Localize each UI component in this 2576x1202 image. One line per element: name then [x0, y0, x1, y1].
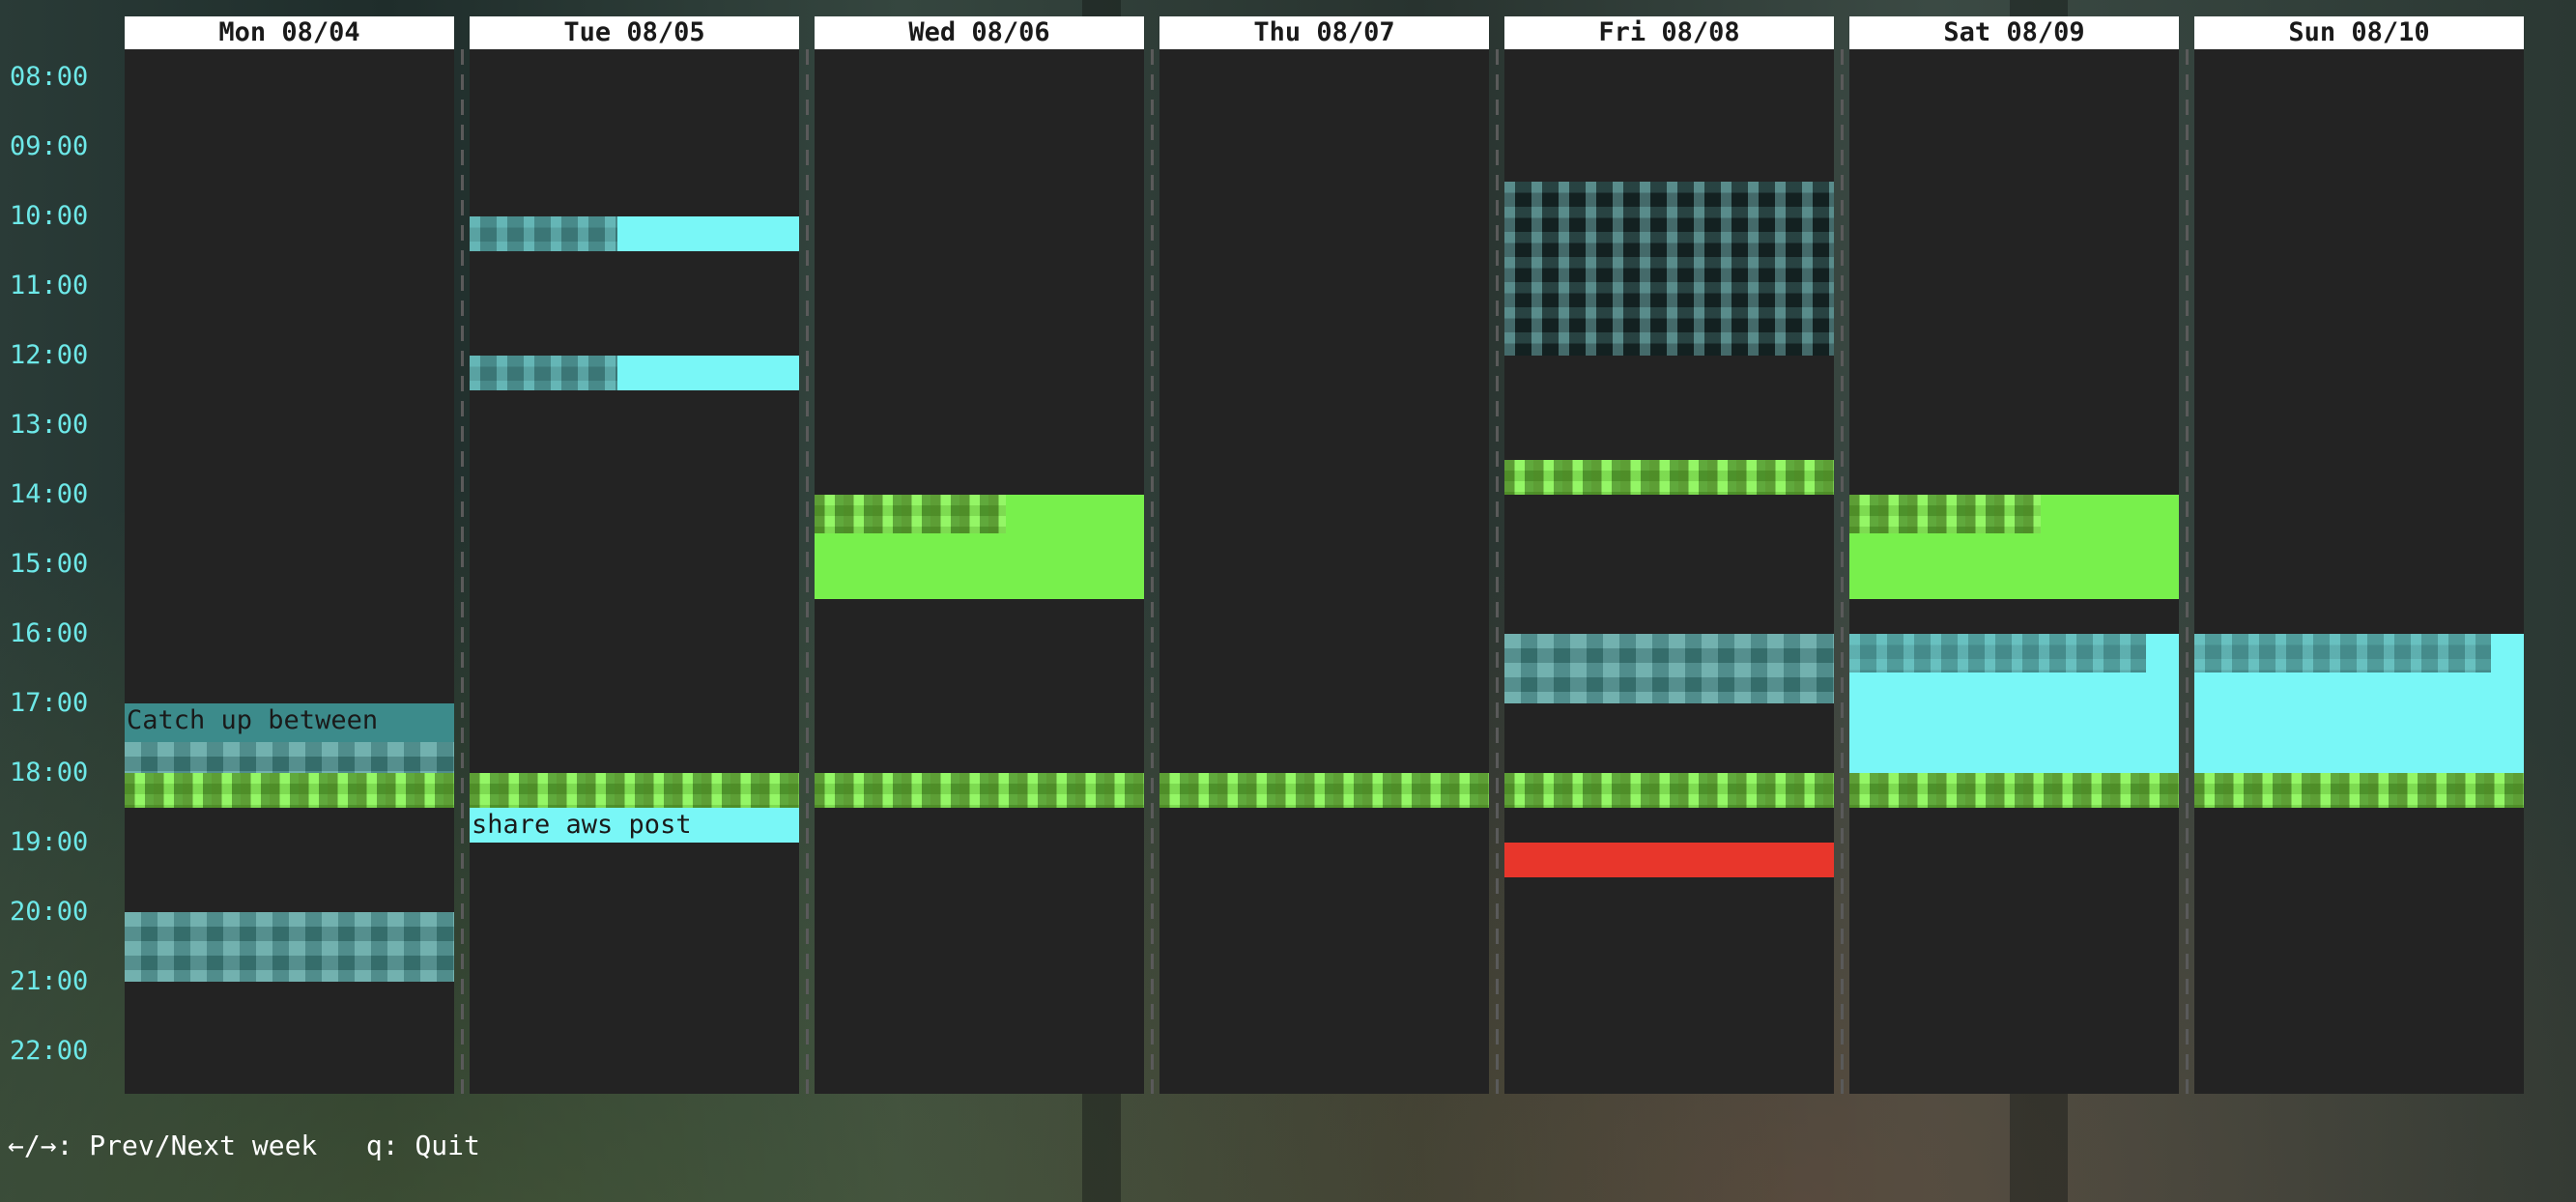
event-title-redacted [1504, 182, 1834, 356]
hour-label: 11:00 [10, 271, 89, 300]
event-title-redacted [470, 773, 799, 808]
calendar-event[interactable] [470, 773, 799, 808]
column-divider [2179, 49, 2194, 1094]
event-title-redacted [470, 216, 618, 251]
event-title-redacted [1504, 634, 1834, 703]
event-title-redacted [1849, 773, 2179, 808]
event-title-redacted [1849, 495, 2041, 533]
event-title-redacted [2194, 773, 2524, 808]
event-title-redacted [125, 742, 454, 773]
column-divider [1489, 49, 1504, 1094]
day-header: Tue 08/05 [470, 16, 799, 49]
hour-label: 16:00 [10, 618, 89, 648]
hour-label: 13:00 [10, 410, 89, 440]
event-title: share aws post [472, 810, 692, 840]
event-title-redacted [1849, 634, 2146, 673]
quit-hint: q: Quit [365, 1130, 480, 1161]
event-title-redacted [125, 912, 454, 982]
day-header: Wed 08/06 [815, 16, 1144, 49]
calendar-event[interactable] [2194, 773, 2524, 808]
event-title-redacted [125, 773, 454, 808]
event-title-redacted [815, 495, 1006, 533]
event-title-redacted [1504, 773, 1834, 808]
hour-label: 21:00 [10, 966, 89, 996]
hour-label: 15:00 [10, 549, 89, 579]
calendar-event[interactable] [815, 773, 1144, 808]
day-header: Thu 08/07 [1159, 16, 1489, 49]
calendar-event[interactable] [2194, 634, 2524, 773]
hour-label: 14:00 [10, 479, 89, 509]
hour-label: 22:00 [10, 1036, 89, 1066]
hour-label: 19:00 [10, 827, 89, 857]
hour-label: 18:00 [10, 758, 89, 787]
calendar-event[interactable] [1504, 773, 1834, 808]
day-header: Fri 08/08 [1504, 16, 1834, 49]
calendar-event[interactable] [125, 912, 454, 982]
calendar-event[interactable] [1504, 182, 1834, 356]
hour-label: 08:00 [10, 62, 89, 92]
event-title: Catch up between [127, 705, 379, 735]
keybinding-hints: ←/→: Prev/Next week q: Quit [8, 1130, 480, 1162]
day-header: Sat 08/09 [1849, 16, 2179, 49]
day-header: Sun 08/10 [2194, 16, 2524, 49]
event-title-redacted [1159, 773, 1489, 808]
day-header: Mon 08/04 [125, 16, 454, 49]
column-divider [454, 49, 470, 1094]
day-column[interactable] [470, 49, 799, 1094]
calendar-event[interactable] [470, 356, 799, 390]
terminal-window: 08:00 09:00 10:00 11:00 12:00 13:00 14:00 15:00… [0, 0, 2576, 1202]
calendar-event[interactable]: share aws post [470, 808, 799, 843]
event-title-redacted [1504, 460, 1834, 495]
calendar-event[interactable] [1849, 495, 2179, 599]
hour-label: 17:00 [10, 688, 89, 718]
calendar-event[interactable] [470, 216, 799, 251]
nav-hint: ←/→: Prev/Next week [8, 1130, 318, 1161]
calendar-event[interactable] [1504, 460, 1834, 495]
calendar-event[interactable] [1849, 634, 2179, 773]
calendar-event[interactable] [1849, 773, 2179, 808]
hour-label: 10:00 [10, 201, 89, 231]
day-column[interactable] [2194, 49, 2524, 1094]
calendar-event[interactable]: Catch up between [125, 703, 454, 773]
hour-label: 09:00 [10, 131, 89, 161]
calendar-event[interactable] [125, 773, 454, 808]
day-column[interactable] [1159, 49, 1489, 1094]
calendar-event[interactable] [1504, 843, 1834, 877]
event-title-redacted [470, 356, 618, 390]
calendar-event[interactable] [815, 495, 1144, 599]
column-divider [799, 49, 815, 1094]
event-title-redacted [2194, 634, 2491, 673]
calendar-event[interactable] [1504, 634, 1834, 703]
hour-label: 12:00 [10, 340, 89, 370]
column-divider [1144, 49, 1159, 1094]
event-title-redacted [815, 773, 1144, 808]
calendar-event[interactable] [1159, 773, 1489, 808]
column-divider [1834, 49, 1849, 1094]
hour-label: 20:00 [10, 897, 89, 927]
